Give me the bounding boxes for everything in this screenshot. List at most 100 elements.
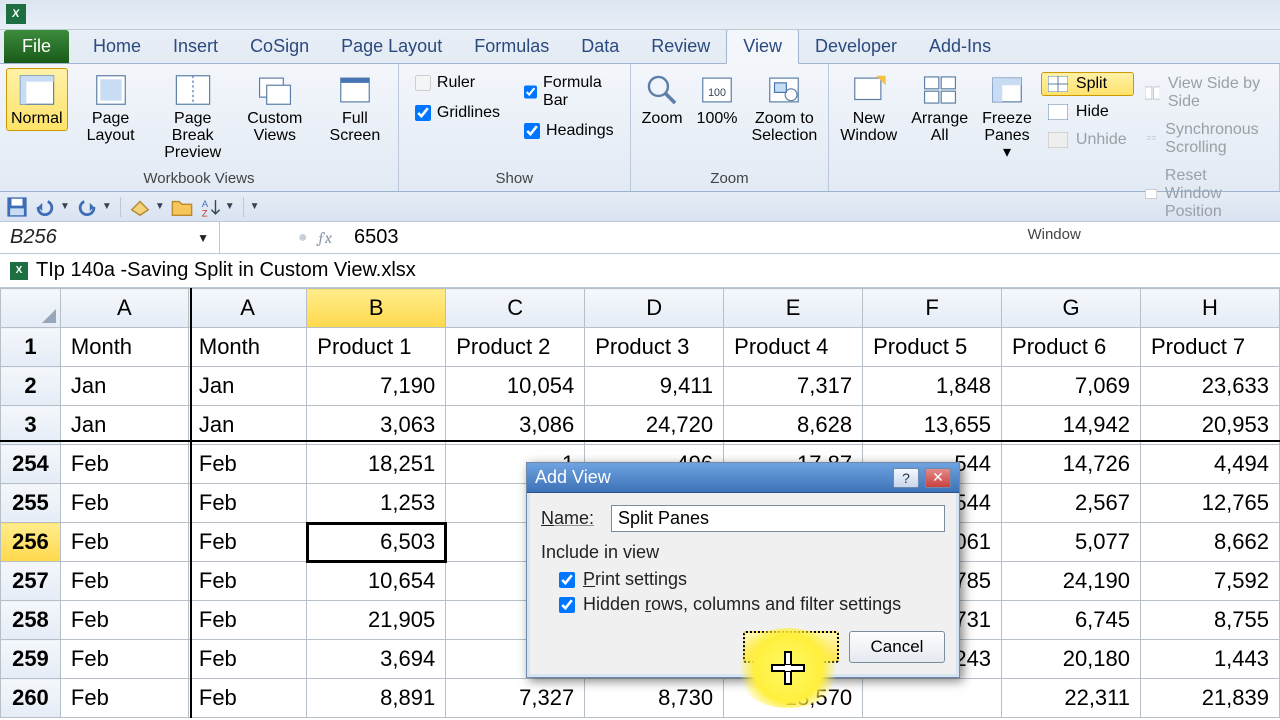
row-header[interactable]: 255 <box>1 484 61 523</box>
cell[interactable]: Feb <box>60 523 188 562</box>
cell[interactable]: Feb <box>188 523 306 562</box>
tab-page-layout[interactable]: Page Layout <box>325 30 458 63</box>
tab-view[interactable]: View <box>726 29 799 64</box>
cell[interactable]: 5,077 <box>1002 523 1141 562</box>
column-header[interactable]: F <box>863 289 1002 328</box>
tab-review[interactable]: Review <box>635 30 726 63</box>
cell[interactable]: Product 5 <box>863 328 1002 367</box>
cell[interactable]: Feb <box>60 562 188 601</box>
cell[interactable]: 21,905 <box>307 601 446 640</box>
cell[interactable]: 8,755 <box>1141 601 1280 640</box>
cell[interactable]: Feb <box>188 484 306 523</box>
full-screen-button[interactable]: Full Screen <box>318 68 392 148</box>
cell[interactable]: 10,654 <box>307 562 446 601</box>
cell[interactable]: Product 2 <box>446 328 585 367</box>
print-settings-checkbox[interactable]: Print settings <box>559 569 945 590</box>
cell[interactable]: 1,253 <box>307 484 446 523</box>
qat-more-icon[interactable]: ▼ <box>250 201 260 212</box>
cell[interactable]: 14,942 <box>1002 406 1141 445</box>
cell[interactable]: 2,567 <box>1002 484 1141 523</box>
cell[interactable]: 1,848 <box>863 367 1002 406</box>
page-layout-button[interactable]: Page Layout <box>72 68 150 148</box>
row-header[interactable]: 3 <box>1 406 61 445</box>
row-header[interactable]: 258 <box>1 601 61 640</box>
vertical-split-bar[interactable] <box>190 288 191 718</box>
ok-button[interactable]: OK <box>743 631 839 663</box>
cell[interactable]: Feb <box>188 445 306 484</box>
cell[interactable]: 8,891 <box>307 679 446 718</box>
cell[interactable]: 3,694 <box>307 640 446 679</box>
cell[interactable]: 24,720 <box>585 406 724 445</box>
row-header[interactable]: 1 <box>1 328 61 367</box>
cell[interactable]: Jan <box>188 367 306 406</box>
tab-data[interactable]: Data <box>565 30 635 63</box>
name-box[interactable]: B256▼ <box>0 222 220 253</box>
cell[interactable]: 1,443 <box>1141 640 1280 679</box>
cell[interactable]: Product 3 <box>585 328 724 367</box>
cell[interactable]: 7,190 <box>307 367 446 406</box>
gridlines-checkbox[interactable]: Gridlines <box>405 98 510 128</box>
column-header[interactable]: G <box>1002 289 1141 328</box>
cell[interactable]: 20,180 <box>1002 640 1141 679</box>
cell[interactable]: Jan <box>60 367 188 406</box>
headings-checkbox[interactable]: Headings <box>514 116 624 146</box>
row-header[interactable]: 260 <box>1 679 61 718</box>
custom-views-button[interactable]: Custom Views <box>236 68 314 148</box>
formula-bar-checkbox[interactable]: Formula Bar <box>514 68 624 116</box>
fx-icon[interactable]: ƒx <box>318 229 332 247</box>
column-header[interactable]: D <box>585 289 724 328</box>
cell[interactable]: 7,069 <box>1002 367 1141 406</box>
row-header[interactable]: 256 <box>1 523 61 562</box>
cell[interactable]: 8,662 <box>1141 523 1280 562</box>
cell[interactable]: Feb <box>60 484 188 523</box>
cell[interactable]: Month <box>60 328 188 367</box>
clear-icon[interactable] <box>129 196 151 218</box>
tab-insert[interactable]: Insert <box>157 30 234 63</box>
reset-pos-button[interactable]: Reset Window Position <box>1138 164 1273 224</box>
cell[interactable]: 20,953 <box>1141 406 1280 445</box>
redo-icon[interactable] <box>76 196 98 218</box>
tab-home[interactable]: Home <box>77 30 157 63</box>
row-header[interactable]: 2 <box>1 367 61 406</box>
freeze-panes-button[interactable]: Freeze Panes ▾ <box>977 68 1037 164</box>
cell[interactable]: Feb <box>60 679 188 718</box>
column-header[interactable]: E <box>724 289 863 328</box>
cell[interactable]: Feb <box>60 640 188 679</box>
dialog-titlebar[interactable]: Add View ? ✕ <box>527 463 959 493</box>
cell[interactable]: Feb <box>60 601 188 640</box>
cell[interactable]: 7,327 <box>446 679 585 718</box>
page-break-button[interactable]: Page Break Preview <box>154 68 232 164</box>
tab-developer[interactable]: Developer <box>799 30 913 63</box>
cell[interactable]: Jan <box>188 406 306 445</box>
column-header[interactable]: A <box>188 289 306 328</box>
cell[interactable]: Feb <box>188 562 306 601</box>
new-window-button[interactable]: New Window <box>835 68 902 148</box>
cell[interactable]: 7,317 <box>724 367 863 406</box>
zoom-selection-button[interactable]: Zoom to Selection <box>746 68 822 148</box>
column-header[interactable]: B <box>307 289 446 328</box>
save-icon[interactable] <box>6 196 28 218</box>
column-header[interactable]: H <box>1141 289 1280 328</box>
cell[interactable]: 6,503 <box>307 523 446 562</box>
cell[interactable]: 9,411 <box>585 367 724 406</box>
formula-input[interactable]: 6503 <box>340 222 1280 253</box>
cell[interactable]: 13,655 <box>863 406 1002 445</box>
ruler-checkbox[interactable]: Ruler <box>405 68 510 98</box>
cell[interactable]: 18,251 <box>307 445 446 484</box>
zoom-100-button[interactable]: 100 100% <box>692 68 743 131</box>
sync-scroll-button[interactable]: Synchronous Scrolling <box>1138 118 1273 160</box>
column-header[interactable]: C <box>446 289 585 328</box>
cell[interactable]: 22,311 <box>1002 679 1141 718</box>
cancel-button[interactable]: Cancel <box>849 631 945 663</box>
cell[interactable]: Product 6 <box>1002 328 1141 367</box>
cell[interactable]: 7,592 <box>1141 562 1280 601</box>
cell[interactable]: Product 4 <box>724 328 863 367</box>
row-header[interactable]: 259 <box>1 640 61 679</box>
cell[interactable]: 6,745 <box>1002 601 1141 640</box>
normal-view-button[interactable]: Normal <box>6 68 68 131</box>
cell[interactable]: 12,765 <box>1141 484 1280 523</box>
cell[interactable]: 18,570 <box>724 679 863 718</box>
close-icon[interactable]: ✕ <box>925 468 951 488</box>
horizontal-split-bar[interactable] <box>0 440 1280 441</box>
undo-icon[interactable] <box>34 196 56 218</box>
